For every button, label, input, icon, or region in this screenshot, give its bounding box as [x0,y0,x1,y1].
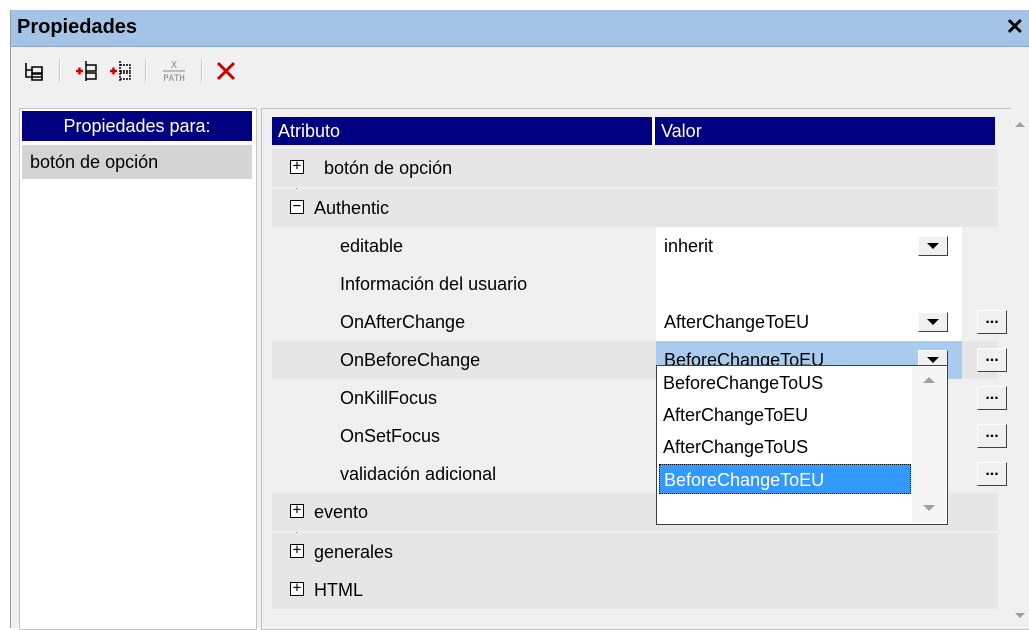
tree-row-info[interactable]: Información del usuario [272,265,998,303]
dropdown-option[interactable]: BeforeChangeToUS [659,368,911,398]
row-label: Authentic [314,198,390,218]
row-label: OnAfterChange [340,312,466,332]
expand-plus-icon[interactable]: + [290,581,304,596]
properties-for-item[interactable]: botón de opción [22,145,252,179]
toolbar-separator [201,59,203,83]
properties-window: Propiedades ✕ X PATH Propiedades para: bo… [10,10,1029,630]
expand-plus-icon[interactable]: + [290,503,304,518]
xpath-icon[interactable]: X PATH [157,55,191,87]
tree-row-boton[interactable]: + botón de opción [272,149,998,187]
tree-row-editable[interactable]: editable inherit [272,227,998,265]
properties-for-header: Propiedades para: [22,111,252,141]
row-label: botón de opción [324,158,453,178]
value-text: AfterChangeToEU [664,312,810,332]
add-child-icon[interactable] [71,55,101,87]
tree-row-html[interactable]: + HTML [272,571,998,609]
tree-row-onafterchange[interactable]: OnAfterChange AfterChangeToEU ... [272,303,1007,341]
xpath-label: PATH [163,74,185,84]
ellipsis-button[interactable]: ... [977,424,1007,448]
row-label: editable [340,236,404,256]
scroll-down-icon[interactable] [1015,613,1025,618]
close-icon[interactable]: ✕ [1006,14,1024,40]
title-bar: Propiedades ✕ [11,10,1029,47]
properties-for-panel: Propiedades para: botón de opción [19,108,257,630]
info-value[interactable] [656,265,962,303]
toolbar: X PATH [11,47,1029,97]
scroll-up-icon[interactable] [1015,122,1025,127]
expand-plus-icon[interactable]: + [290,159,304,174]
toolbar-separator [145,59,147,83]
expand-plus-icon[interactable]: + [290,543,304,558]
value-dropdown-list[interactable]: BeforeChangeToUS AfterChangeToEU AfterCh… [656,365,948,525]
dropdown-scrollbar[interactable] [912,367,946,523]
delete-icon[interactable] [211,55,241,87]
ellipsis-button[interactable]: ... [977,386,1007,410]
collapse-minus-icon[interactable]: − [290,199,304,214]
dropdown-arrow-icon[interactable] [918,312,948,332]
row-label: validación adicional [340,464,497,484]
dropdown-option[interactable]: AfterChangeToEU [659,400,911,430]
editable-value[interactable]: inherit [656,227,962,265]
svg-text:X: X [171,60,177,71]
add-sibling-icon[interactable] [105,55,135,87]
row-label: OnBeforeChange [340,350,481,370]
value-column-header[interactable]: Valor [655,117,995,145]
value-text: inherit [664,236,714,256]
dropdown-option[interactable]: AfterChangeToUS [659,432,911,462]
row-label: generales [314,542,394,562]
ellipsis-button[interactable]: ... [977,310,1007,334]
tree-row-generales[interactable]: + generales [272,533,998,571]
scroll-down-icon[interactable] [923,505,935,511]
row-label: Información del usuario [340,274,528,294]
row-label: OnSetFocus [340,426,441,446]
window-title: Propiedades [17,16,138,38]
attribute-column-header[interactable]: Atributo [272,117,652,145]
dropdown-option-selected[interactable]: BeforeChangeToEU [659,464,911,494]
ellipsis-button[interactable]: ... [977,348,1007,372]
toolbar-separator [59,59,61,83]
tree-row-authentic[interactable]: − Authentic [272,189,998,227]
row-label: HTML [314,580,363,600]
ellipsis-button[interactable]: ... [977,462,1007,486]
onafterchange-value[interactable]: AfterChangeToEU [656,303,962,341]
dropdown-arrow-icon[interactable] [918,236,948,256]
vertical-scrollbar[interactable] [1011,108,1029,628]
row-label: OnKillFocus [340,388,438,408]
row-label: evento [314,502,369,522]
tree-view-icon[interactable] [19,55,49,87]
scroll-up-icon[interactable] [923,377,935,383]
